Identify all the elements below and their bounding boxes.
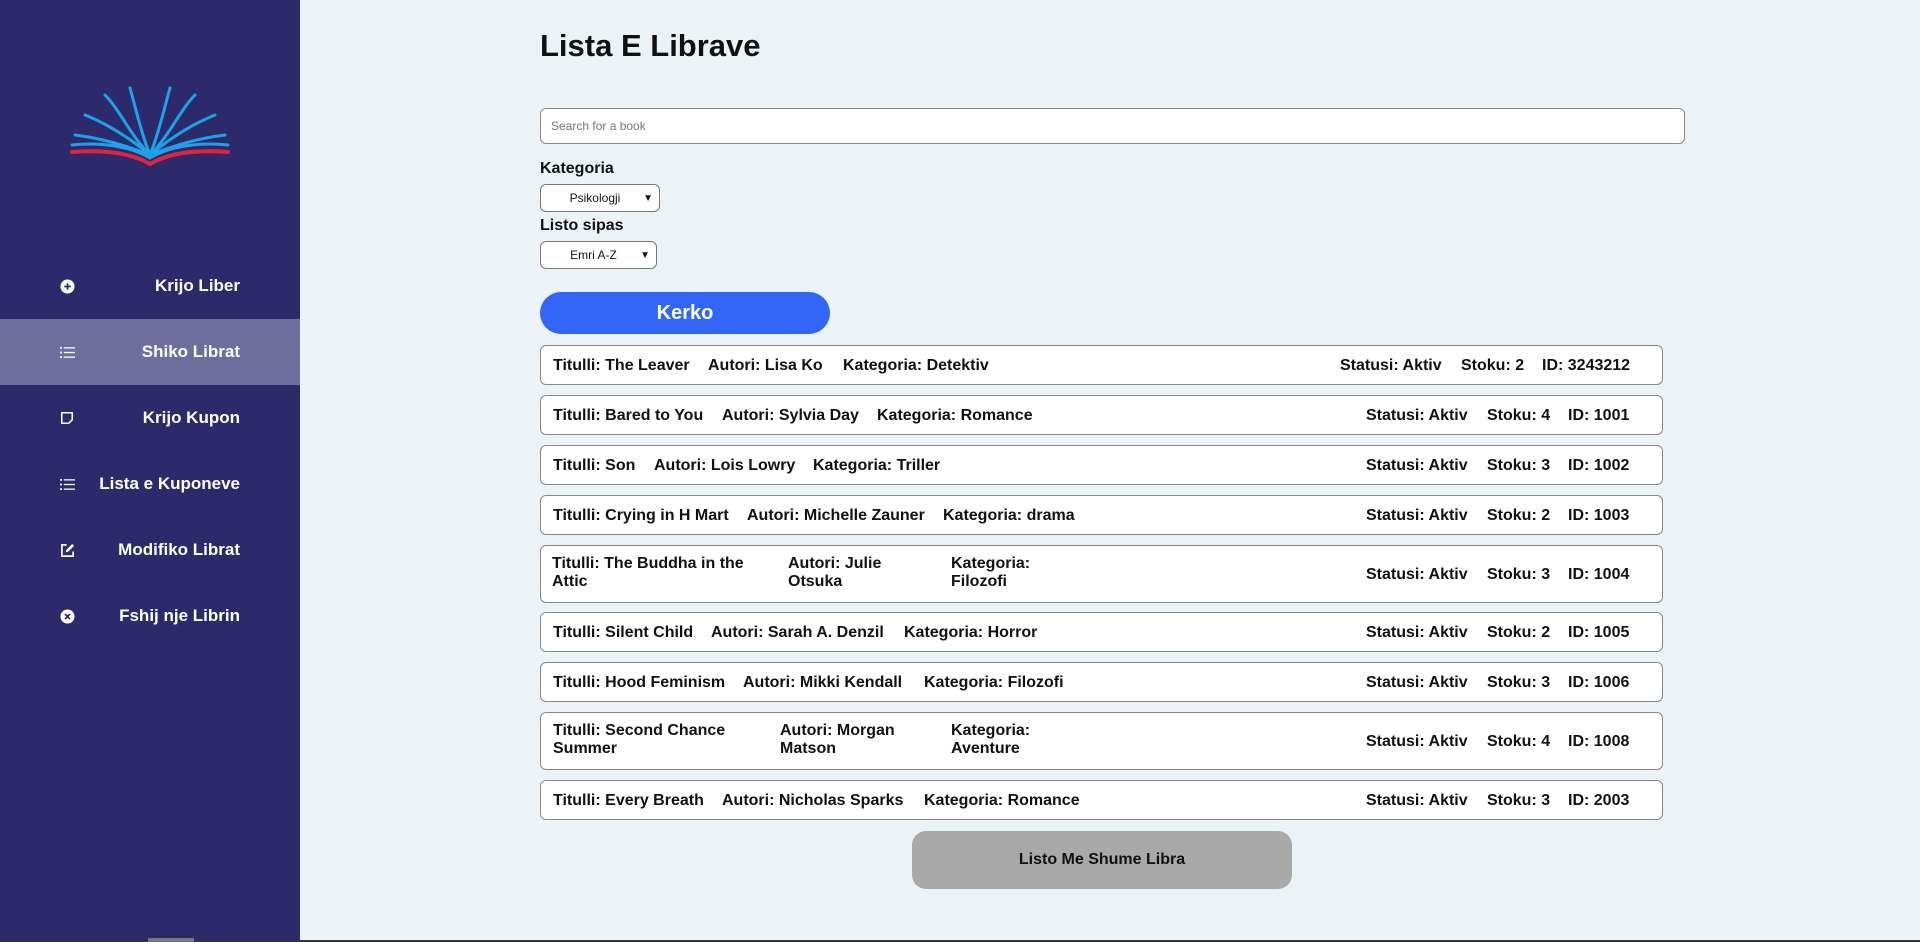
book-status: Statusi: Aktiv <box>1366 566 1468 583</box>
book-author: Autori: Sylvia Day <box>722 407 859 424</box>
sidebar: Krijo Liber Shiko Librat Krijo Kupon Lis… <box>0 0 300 942</box>
book-title: Titulli: Hood Feminism <box>553 674 726 691</box>
sidebar-item-krijo-liber[interactable]: Krijo Liber <box>0 253 300 319</box>
plus-circle-icon <box>59 278 75 294</box>
book-author: Autori: Lisa Ko <box>708 357 823 374</box>
sidebar-item-label: Shiko Librat <box>141 342 240 361</box>
book-title: Titulli: Bared to You <box>553 407 704 424</box>
book-title: Titulli: Crying in H Mart <box>553 507 729 524</box>
book-status: Statusi: Aktiv <box>1366 457 1468 474</box>
book-status: Statusi: Aktiv <box>1340 357 1442 374</box>
book-row[interactable]: Titulli: Second Chance Summer Autori: Mo… <box>540 712 1663 770</box>
book-category: Kategoria: Romance <box>877 407 1033 424</box>
book-category: Kategoria: Detektiv <box>843 357 989 374</box>
book-status: Statusi: Aktiv <box>1366 674 1468 691</box>
book-id: ID: 1005 <box>1568 624 1630 641</box>
book-id: ID: 1002 <box>1568 457 1630 474</box>
book-stock: Stoku: 3 <box>1487 792 1551 809</box>
book-category: Kategoria: Horror <box>904 624 1038 641</box>
category-label: Kategoria <box>540 160 614 177</box>
sidebar-item-label: Krijo Liber <box>154 276 240 295</box>
sidebar-item-lista-e-kuponeve[interactable]: Lista e Kuponeve <box>0 451 300 517</box>
book-title: Titulli: The Leaver <box>553 357 690 374</box>
book-stock: Stoku: 2 <box>1487 507 1551 524</box>
book-row[interactable]: Titulli: Crying in H Mart Autori: Michel… <box>540 495 1663 535</box>
book-stock: Stoku: 2 <box>1487 624 1551 641</box>
book-stock: Stoku: 3 <box>1487 566 1551 583</box>
book-category: Kategoria: Romance <box>924 792 1080 809</box>
chevron-down-icon: ▼ <box>640 249 650 261</box>
load-more-button[interactable]: Listo Me Shume Libra <box>912 831 1292 889</box>
book-id: ID: 1008 <box>1568 733 1630 750</box>
sidebar-item-krijo-kupon[interactable]: Krijo Kupon <box>0 385 300 451</box>
book-category: Kategoria: Aventure <box>951 722 1031 757</box>
sidebar-item-label: Lista e Kuponeve <box>99 474 240 493</box>
scrollbar-thumb[interactable] <box>148 938 194 942</box>
book-id: ID: 1001 <box>1568 407 1630 424</box>
sidebar-item-label: Modifiko Librat <box>118 540 240 559</box>
chevron-down-icon: ▼ <box>643 192 653 204</box>
book-row[interactable]: Titulli: Hood Feminism Autori: Mikki Ken… <box>540 662 1663 702</box>
book-author: Autori: Sarah A. Denzil <box>711 624 884 641</box>
main-content: Lista E Librave Kategoria Psikologji ▼ L… <box>300 0 1920 942</box>
book-row[interactable]: Titulli: Silent Child Autori: Sarah A. D… <box>540 612 1663 652</box>
book-title: Titulli: Son <box>553 457 636 474</box>
book-stock: Stoku: 4 <box>1487 733 1551 750</box>
sidebar-item-label: Krijo Kupon <box>142 408 240 427</box>
book-stock: Stoku: 3 <box>1487 674 1551 691</box>
book-status: Statusi: Aktiv <box>1366 407 1468 424</box>
close-circle-icon <box>59 608 75 624</box>
search-input[interactable] <box>540 108 1685 144</box>
category-select[interactable]: Psikologji ▼ <box>540 184 660 212</box>
book-author: Autori: Lois Lowry <box>654 457 796 474</box>
book-stock: Stoku: 2 <box>1461 357 1525 374</box>
book-status: Statusi: Aktiv <box>1366 624 1468 641</box>
sort-label: Listo sipas <box>540 217 624 234</box>
sidebar-item-label: Fshij nje Librin <box>119 606 240 625</box>
book-id: ID: 1004 <box>1568 566 1630 583</box>
search-button[interactable]: Kerko <box>540 292 830 334</box>
book-row[interactable]: Titulli: The Leaver Autori: Lisa Ko Kate… <box>540 345 1663 385</box>
book-id: ID: 3243212 <box>1542 357 1631 374</box>
book-title: Titulli: Silent Child <box>553 624 694 641</box>
page-title: Lista E Librave <box>540 28 761 63</box>
book-row[interactable]: Titulli: Every Breath Autori: Nicholas S… <box>540 780 1663 820</box>
book-category: Kategoria: drama <box>943 507 1075 524</box>
book-row[interactable]: Titulli: Son Autori: Lois Lowry Kategori… <box>540 445 1663 485</box>
book-title: Titulli: Every Breath <box>553 792 704 809</box>
book-category: Kategoria: Triller <box>813 457 941 474</box>
sort-select[interactable]: Emri A-Z ▼ <box>540 241 657 269</box>
book-author: Autori: Mikki Kendall <box>743 674 903 691</box>
book-author: Autori: Michelle Zauner <box>747 507 925 524</box>
book-category: Kategoria: Filozofi <box>924 674 1064 691</box>
book-author: Autori: Julie Otsuka <box>788 555 882 590</box>
sidebar-item-modifiko-librat[interactable]: Modifiko Librat <box>0 517 300 583</box>
edit-icon <box>59 542 75 558</box>
sidebar-item-fshij-nje-librin[interactable]: Fshij nje Librin <box>0 583 300 649</box>
list-icon <box>59 476 75 492</box>
book-category: Kategoria: Filozofi <box>951 555 1031 590</box>
book-stock: Stoku: 4 <box>1487 407 1551 424</box>
book-status: Statusi: Aktiv <box>1366 507 1468 524</box>
book-stock: Stoku: 3 <box>1487 457 1551 474</box>
book-id: ID: 1006 <box>1568 674 1630 691</box>
sidebar-item-shiko-librat[interactable]: Shiko Librat <box>0 319 300 385</box>
book-title: Titulli: The Buddha in the Attic <box>552 555 744 590</box>
book-status: Statusi: Aktiv <box>1366 792 1468 809</box>
book-id: ID: 1003 <box>1568 507 1630 524</box>
sort-select-value: Emri A-Z <box>570 248 617 262</box>
note-icon <box>59 410 75 426</box>
list-icon <box>59 344 75 360</box>
category-select-value: Psikologji <box>569 191 621 205</box>
book-title: Titulli: Second Chance Summer <box>553 722 726 757</box>
book-row[interactable]: Titulli: Bared to You Autori: Sylvia Day… <box>540 395 1663 435</box>
book-status: Statusi: Aktiv <box>1366 733 1468 750</box>
book-id: ID: 2003 <box>1568 792 1630 809</box>
book-logo-icon <box>70 86 230 167</box>
book-author: Autori: Nicholas Sparks <box>722 792 904 809</box>
book-author: Autori: Morgan Matson <box>780 722 895 757</box>
book-row[interactable]: Titulli: The Buddha in the Attic Autori:… <box>540 545 1663 603</box>
